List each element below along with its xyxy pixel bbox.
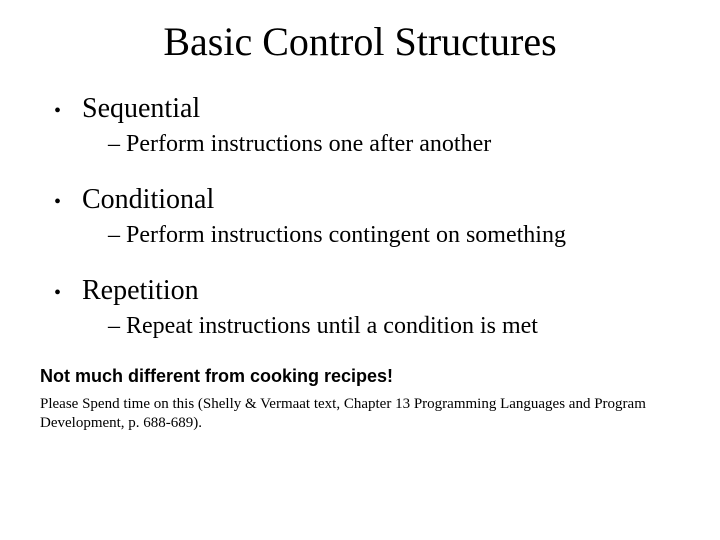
- bullet-level-1: • Conditional: [54, 184, 680, 216]
- list-item: • Sequential – Perform instructions one …: [54, 93, 680, 158]
- bullet-label: Repetition: [82, 275, 199, 307]
- note-reference: Please Spend time on this (Shelly & Verm…: [40, 395, 680, 433]
- bullet-list: • Sequential – Perform instructions one …: [54, 93, 680, 340]
- note-emphasis: Not much different from cooking recipes!: [40, 366, 680, 387]
- list-item: • Conditional – Perform instructions con…: [54, 184, 680, 249]
- list-item: – Repeat instructions until a condition …: [108, 313, 680, 340]
- list-item: • Repetition – Repeat instructions until…: [54, 275, 680, 340]
- sub-list: – Perform instructions contingent on som…: [108, 222, 680, 249]
- sub-bullet-label: Perform instructions one after another: [126, 131, 491, 158]
- dash-marker: –: [108, 313, 126, 340]
- slide-title: Basic Control Structures: [40, 18, 680, 65]
- sub-bullet-label: Perform instructions contingent on somet…: [126, 222, 566, 249]
- list-item: – Perform instructions contingent on som…: [108, 222, 680, 249]
- bullet-level-1: • Repetition: [54, 275, 680, 307]
- dash-marker: –: [108, 131, 126, 158]
- dash-marker: –: [108, 222, 126, 249]
- slide: Basic Control Structures • Sequential – …: [0, 0, 720, 540]
- bullet-label: Sequential: [82, 93, 200, 125]
- bullet-marker: •: [54, 279, 82, 307]
- sub-bullet-label: Repeat instructions until a condition is…: [126, 313, 538, 340]
- bullet-marker: •: [54, 97, 82, 125]
- bullet-label: Conditional: [82, 184, 214, 216]
- sub-list: – Perform instructions one after another: [108, 131, 680, 158]
- bullet-marker: •: [54, 188, 82, 216]
- sub-list: – Repeat instructions until a condition …: [108, 313, 680, 340]
- bullet-level-1: • Sequential: [54, 93, 680, 125]
- list-item: – Perform instructions one after another: [108, 131, 680, 158]
